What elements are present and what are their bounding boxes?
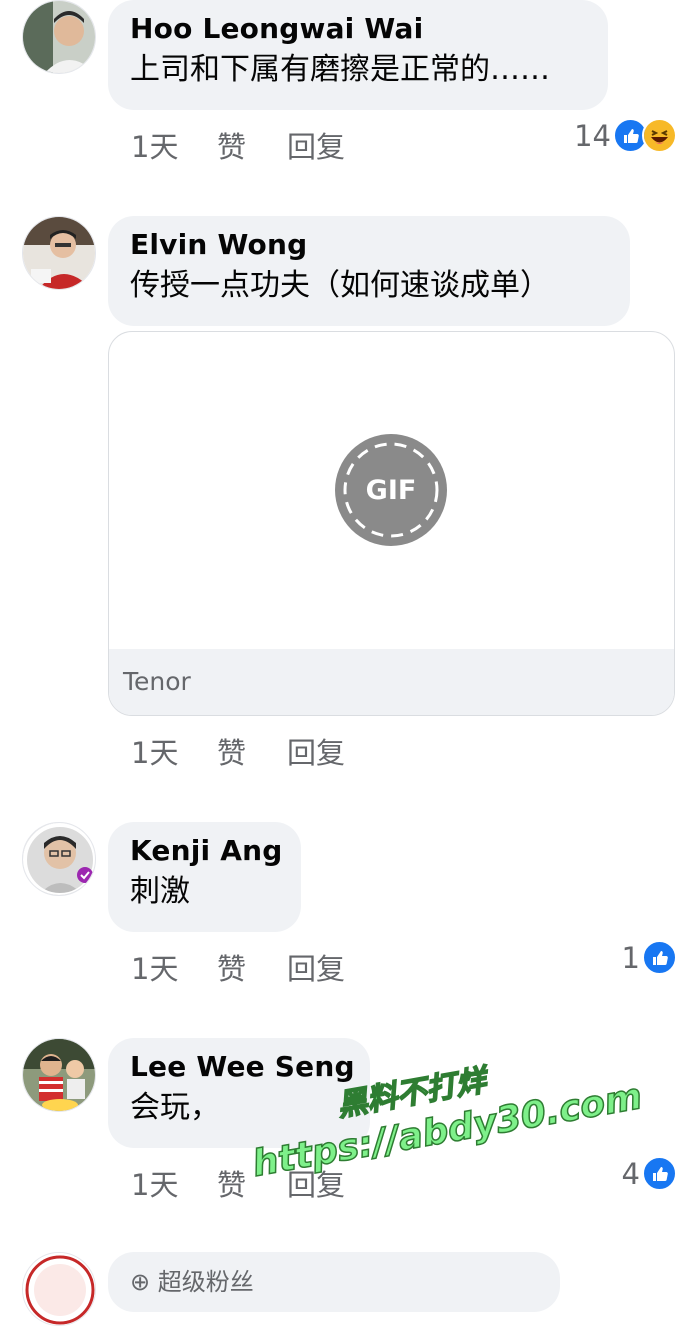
comment-text: 上司和下属有磨擦是正常的……: [130, 52, 550, 87]
avatar[interactable]: [22, 216, 96, 290]
reply-button[interactable]: 回复: [287, 124, 345, 166]
like-icon: [642, 940, 677, 975]
reaction-summary[interactable]: 14: [574, 118, 677, 153]
comment-bubble: Kenji Ang 刺激: [108, 822, 301, 932]
avatar[interactable]: [22, 1038, 96, 1112]
reaction-count: 4: [621, 1156, 640, 1191]
comment-bubble: Elvin Wong 传授一点功夫（如何速谈成单）: [108, 216, 630, 326]
comment-text: 传授一点功夫（如何速谈成单）: [130, 268, 550, 303]
gif-source-label: Tenor: [123, 667, 191, 696]
haha-icon: [642, 118, 677, 153]
comment-bubble: Hoo Leongwai Wai 上司和下属有磨擦是正常的……: [108, 0, 608, 110]
comment-time[interactable]: 1天: [131, 946, 217, 988]
avatar[interactable]: [22, 822, 96, 896]
reaction-summary[interactable]: 1: [622, 940, 677, 975]
gif-attachment[interactable]: GIF Tenor: [108, 331, 675, 716]
comment-text: 会玩，: [130, 1090, 220, 1125]
reaction-summary[interactable]: 4: [622, 1156, 677, 1191]
comment-text: 刺激: [130, 874, 190, 909]
comment-author[interactable]: Kenji Ang: [130, 832, 282, 870]
like-button[interactable]: 赞: [217, 124, 287, 166]
gif-icon[interactable]: GIF: [335, 434, 447, 546]
comment-actions: 1天 赞 回复: [131, 124, 345, 166]
reaction-count: 1: [621, 940, 640, 975]
avatar[interactable]: [22, 1252, 96, 1326]
reply-button[interactable]: 回复: [287, 730, 345, 772]
gif-label: GIF: [365, 474, 417, 506]
reply-button[interactable]: 回复: [287, 946, 345, 988]
gif-source: Tenor: [109, 649, 674, 715]
comment-time[interactable]: 1天: [131, 124, 217, 166]
comment-time[interactable]: 1天: [131, 1162, 217, 1204]
comment-author[interactable]: Lee Wee Seng: [130, 1048, 355, 1086]
avatar[interactable]: [22, 0, 96, 74]
comment-time[interactable]: 1天: [131, 730, 217, 772]
like-button[interactable]: 赞: [217, 946, 287, 988]
like-button[interactable]: 赞: [217, 730, 287, 772]
comment-author[interactable]: Elvin Wong: [130, 226, 608, 264]
comment-author[interactable]: Hoo Leongwai Wai: [130, 10, 586, 48]
badge-label: 超级粉丝: [157, 1268, 254, 1296]
comment-actions: 1天 赞 回复: [131, 946, 345, 988]
comment-actions: 1天 赞 回复: [131, 730, 345, 772]
badge-icon: ⊕: [130, 1268, 158, 1296]
like-icon: [642, 1156, 677, 1191]
reaction-count: 14: [574, 118, 611, 153]
